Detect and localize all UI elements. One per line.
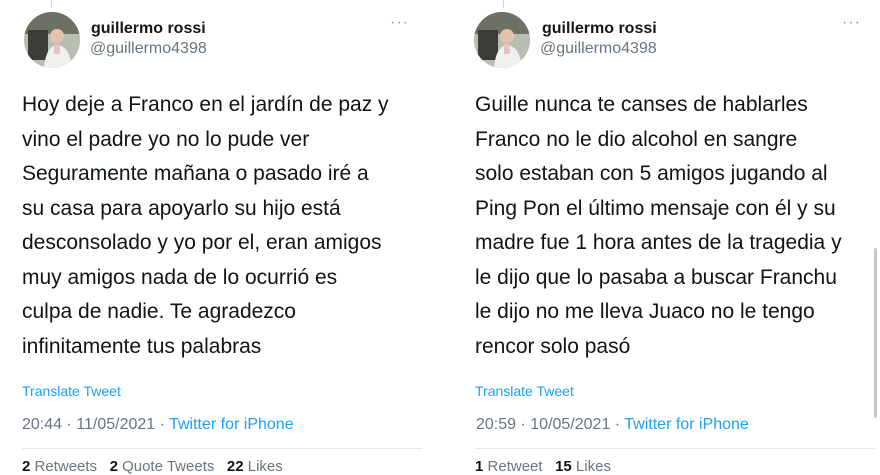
- retweets-label: Retweet: [487, 458, 543, 475]
- thread-line: [503, 0, 504, 8]
- tweet-date[interactable]: 11/05/2021: [76, 416, 155, 433]
- tweet-text-line: madre fue 1 hora antes de la tragedia y: [475, 231, 842, 254]
- retweets-count: 1: [475, 458, 484, 475]
- tweet-stats: 1 Retweet 15 Likes: [475, 458, 611, 475]
- tweet-text-line: le dijo no me lleva Juaco no le tengo: [475, 300, 815, 323]
- translate-tweet-link[interactable]: Translate Tweet: [22, 383, 121, 399]
- tweet-text-line: Guille nunca te canses de hablarles: [475, 93, 808, 116]
- thread-line: [51, 0, 52, 8]
- divider: [22, 448, 422, 449]
- translate-tweet-link[interactable]: Translate Tweet: [475, 383, 574, 399]
- tweet-source-link[interactable]: Twitter for iPhone: [169, 416, 294, 433]
- quote-tweets-count: 2: [109, 458, 118, 475]
- tweet-text-line: infinitamente tus palabras: [22, 334, 262, 358]
- author-handle[interactable]: @guillermo4398: [90, 40, 207, 58]
- more-options-icon[interactable]: ···: [390, 14, 409, 32]
- meta-separator: ·: [610, 416, 625, 433]
- meta-separator: ·: [62, 416, 77, 433]
- tweet-metadata: 20:44 · 11/05/2021 · Twitter for iPhone: [22, 416, 294, 434]
- tweet-source-link[interactable]: Twitter for iPhone: [624, 416, 749, 433]
- retweets-count: 2: [22, 458, 31, 475]
- tweet-card-right: guillermo rossi @guillermo4398 ··· Guill…: [454, 0, 880, 475]
- tweet-text-line: Hoy deje a Franco en el jardín de paz y: [22, 93, 389, 116]
- tweet-text-line: Ping Pon el último mensaje con él y su: [475, 196, 836, 220]
- tweet-text-line: Franco no le dio alcohol en sangre: [475, 127, 798, 151]
- avatar[interactable]: [474, 12, 530, 68]
- tweet-time[interactable]: 20:44: [22, 416, 62, 433]
- divider: [475, 448, 875, 449]
- more-options-icon[interactable]: ···: [842, 14, 861, 32]
- tweet-text-line: culpa de nadie. Te agradezco: [22, 300, 296, 323]
- author-handle[interactable]: @guillermo4398: [540, 40, 657, 58]
- author-name[interactable]: guillermo rossi: [91, 20, 206, 38]
- likes-stat[interactable]: 22 Likes: [227, 458, 283, 475]
- tweet-text: Guille nunca te canses de hablarles Fran…: [475, 88, 880, 364]
- quote-tweets-label: Quote Tweets: [122, 458, 215, 475]
- meta-separator: ·: [516, 416, 531, 433]
- tweet-text-line: vino el padre yo no lo pude ver: [22, 127, 310, 151]
- tweet-text-line: desconsolado y yo por el, eran amigos: [22, 231, 382, 254]
- tweet-text-line: su casa para apoyarlo su hijo está: [22, 196, 341, 220]
- quote-tweets-stat[interactable]: 2 Quote Tweets: [110, 458, 215, 475]
- tweet-time[interactable]: 20:59: [476, 416, 516, 433]
- scrollbar[interactable]: [874, 248, 877, 418]
- likes-label: Likes: [575, 458, 611, 475]
- retweets-stat[interactable]: 1 Retweet: [475, 458, 543, 475]
- tweet-text-line: solo estaban con 5 amigos jugando al: [475, 162, 828, 185]
- retweets-label: Retweets: [34, 458, 98, 475]
- likes-label: Likes: [247, 458, 283, 475]
- meta-separator: ·: [155, 416, 170, 433]
- tweet-text-line: rencor solo pasó: [475, 334, 631, 358]
- author-name[interactable]: guillermo rossi: [542, 20, 657, 38]
- avatar-photo: [24, 12, 80, 68]
- likes-stat[interactable]: 15 Likes: [555, 458, 611, 475]
- tweet-text-line: le dijo que lo pasaba a buscar Franchu: [475, 265, 837, 289]
- tweet-text-line: muy amigos nada de lo ocurrió es: [22, 265, 338, 289]
- tweet-metadata: 20:59 · 10/05/2021 · Twitter for iPhone: [476, 416, 749, 434]
- likes-count: 22: [226, 458, 244, 475]
- retweets-stat[interactable]: 2 Retweets: [22, 458, 97, 475]
- tweet-text: Hoy deje a Franco en el jardín de paz y …: [22, 88, 427, 364]
- tweet-date[interactable]: 10/05/2021: [530, 416, 610, 433]
- tweet-text-line: Seguramente mañana o pasado iré a: [22, 162, 369, 185]
- tweet-card-left: guillermo rossi @guillermo4398 ··· Hoy d…: [0, 0, 428, 475]
- avatar[interactable]: [24, 12, 80, 68]
- avatar-photo: [474, 12, 530, 68]
- likes-count: 15: [555, 458, 572, 475]
- tweet-stats: 2 Retweets 2 Quote Tweets 22 Likes: [22, 458, 283, 475]
